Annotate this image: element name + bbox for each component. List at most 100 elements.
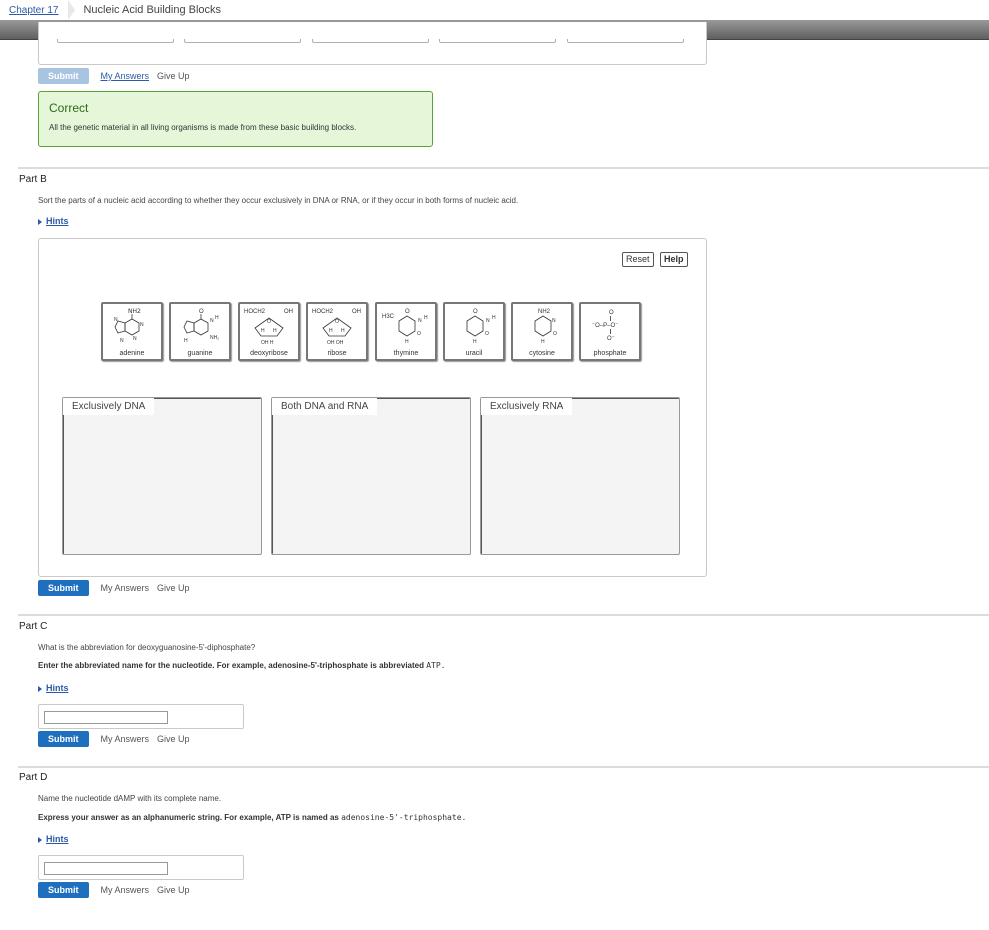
- part-c-instruction-code: ATP.: [426, 661, 446, 670]
- tile-ribose[interactable]: HOCH2 OH O H H OH OH ribose: [306, 302, 368, 361]
- part-b-give-up-link[interactable]: Give Up: [157, 583, 190, 593]
- caret-right-icon: [38, 218, 42, 225]
- svg-text:OH: OH: [352, 309, 361, 315]
- part-c-prompt: What is the abbreviation for deoxyguanos…: [38, 643, 256, 652]
- bin-both-dna-and-rna[interactable]: Both DNA and RNA: [271, 397, 471, 555]
- part-a-feedback-correct: Correct All the genetic material in all …: [38, 91, 433, 147]
- part-a-slot: [57, 39, 174, 43]
- part-a-my-answers-link[interactable]: My Answers: [101, 71, 150, 81]
- part-d-hints-toggle[interactable]: Hints: [38, 834, 69, 844]
- part-b-sorting-area: Reset Help NH2 N N N N adenine O N H NH₂…: [38, 238, 707, 577]
- svg-text:H: H: [405, 339, 409, 345]
- part-b-hints-label: Hints: [46, 216, 69, 226]
- part-c-hints-toggle[interactable]: Hints: [38, 683, 69, 693]
- part-d-answer-box: [38, 855, 244, 880]
- breadcrumb: Chapter 17 Nucleic Acid Building Blocks: [0, 0, 989, 20]
- part-d-actions: Submit My Answers Give Up: [38, 882, 190, 898]
- tile-formula: NH2: [538, 309, 551, 315]
- part-a-submit-button[interactable]: Submit: [38, 68, 89, 84]
- part-c-title: Part C: [19, 621, 48, 632]
- tile-guanine[interactable]: O N H NH₂ H guanine: [169, 302, 231, 361]
- tile-phosphate[interactable]: O ⁻O–P–O⁻ O⁻ phosphate: [579, 302, 641, 361]
- svg-text:O⁻: O⁻: [607, 336, 615, 342]
- breadcrumb-current: Nucleic Acid Building Blocks: [83, 4, 222, 16]
- reset-button[interactable]: Reset: [622, 252, 654, 267]
- part-c-submit-button[interactable]: Submit: [38, 731, 89, 747]
- part-c-answer-box: [38, 704, 244, 729]
- tile-formula: HOCH2: [312, 309, 334, 315]
- tile-deoxyribose[interactable]: HOCH2 OH O H H OH H deoxyribose: [238, 302, 300, 361]
- part-c-my-answers-link[interactable]: My Answers: [101, 734, 150, 744]
- part-c-instruction: Enter the abbreviated name for the nucle…: [38, 661, 446, 670]
- breadcrumb-chapter-link[interactable]: Chapter 17: [9, 5, 58, 16]
- svg-text:H: H: [273, 328, 277, 334]
- deoxyribose-structure-icon: HOCH2 OH O H H OH H: [244, 309, 293, 346]
- part-c-give-up-link[interactable]: Give Up: [157, 734, 190, 744]
- svg-text:O: O: [405, 309, 410, 315]
- part-b-hints-toggle[interactable]: Hints: [38, 216, 69, 226]
- svg-text:OH H: OH H: [261, 340, 274, 346]
- svg-text:H: H: [329, 328, 333, 334]
- tile-label: deoxyribose: [250, 350, 288, 357]
- caret-right-icon: [38, 685, 42, 692]
- svg-text:N: N: [114, 317, 118, 323]
- part-c-actions: Submit My Answers Give Up: [38, 731, 190, 747]
- tile-formula: H3C: [382, 314, 395, 320]
- svg-text:⁻O–P–O⁻: ⁻O–P–O⁻: [592, 323, 618, 329]
- bin-label: Exclusively DNA: [63, 398, 155, 415]
- svg-text:N: N: [140, 322, 144, 328]
- caret-right-icon: [38, 836, 42, 843]
- svg-text:H: H: [184, 338, 188, 344]
- tile-formula: O: [199, 309, 204, 315]
- svg-text:O: O: [335, 319, 339, 325]
- tile-label: uracil: [465, 350, 483, 357]
- svg-text:N: N: [552, 318, 556, 324]
- part-b-submit-button[interactable]: Submit: [38, 580, 89, 596]
- phosphate-structure-icon: O ⁻O–P–O⁻ O⁻: [592, 310, 618, 342]
- tile-adenine[interactable]: NH2 N N N N adenine: [101, 302, 163, 361]
- tile-thymine[interactable]: H3C O N H O H thymine: [375, 302, 437, 361]
- svg-text:H: H: [541, 339, 545, 345]
- svg-text:H: H: [424, 315, 428, 321]
- bin-label: Both DNA and RNA: [272, 398, 378, 415]
- part-d-instruction: Express your answer as an alphanumeric s…: [38, 813, 466, 822]
- bin-exclusively-dna[interactable]: Exclusively DNA: [62, 397, 262, 555]
- svg-text:NH₂: NH₂: [210, 335, 219, 341]
- part-d-title: Part D: [19, 772, 48, 783]
- section-divider: [18, 167, 989, 169]
- svg-text:N: N: [486, 318, 490, 324]
- svg-text:O: O: [267, 319, 271, 325]
- feedback-message: All the genetic material in all living o…: [49, 123, 357, 132]
- svg-text:H: H: [261, 328, 265, 334]
- section-divider: [18, 766, 989, 768]
- part-d-my-answers-link[interactable]: My Answers: [101, 885, 150, 895]
- part-d-hints-label: Hints: [46, 834, 69, 844]
- tile-label: guanine: [187, 350, 213, 357]
- part-a-slot: [184, 39, 301, 43]
- cytosine-structure-icon: NH2 N O H: [534, 309, 557, 345]
- tile-formula: HOCH2: [244, 309, 266, 315]
- svg-text:N: N: [133, 336, 137, 342]
- part-c-instruction-text: Enter the abbreviated name for the nucle…: [38, 661, 424, 670]
- bin-exclusively-rna[interactable]: Exclusively RNA: [480, 397, 680, 555]
- tile-label: adenine: [119, 350, 145, 357]
- part-a-give-up-link[interactable]: Give Up: [157, 71, 190, 81]
- part-d-answer-input[interactable]: [44, 862, 168, 875]
- uracil-structure-icon: O N H O H: [466, 309, 496, 345]
- part-d-prompt: Name the nucleotide dAMP with its comple…: [38, 794, 222, 803]
- breadcrumb-separator: [68, 0, 76, 20]
- thymine-structure-icon: H3C O N H O H: [382, 309, 428, 345]
- part-d-give-up-link[interactable]: Give Up: [157, 885, 190, 895]
- part-b-title: Part B: [19, 174, 47, 185]
- help-button[interactable]: Help: [660, 252, 688, 267]
- bin-label: Exclusively RNA: [481, 398, 573, 415]
- part-c-answer-input[interactable]: [44, 711, 168, 724]
- part-a-slot: [312, 39, 429, 43]
- svg-text:N: N: [120, 338, 124, 344]
- tile-uracil[interactable]: O N H O H uracil: [443, 302, 505, 361]
- feedback-title: Correct: [49, 101, 89, 115]
- svg-text:N: N: [418, 318, 422, 324]
- part-b-my-answers-link[interactable]: My Answers: [101, 583, 150, 593]
- tile-cytosine[interactable]: NH2 N O H cytosine: [511, 302, 573, 361]
- part-d-submit-button[interactable]: Submit: [38, 882, 89, 898]
